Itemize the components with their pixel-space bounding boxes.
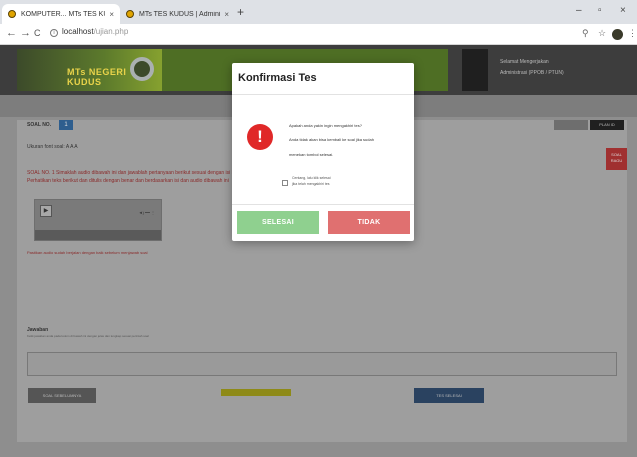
favicon-icon (8, 10, 16, 18)
play-icon[interactable]: ▶ (40, 205, 52, 217)
back-button[interactable]: ← (6, 27, 17, 39)
minimize-button[interactable]: – (576, 5, 582, 16)
browser-tabstrip: KOMPUTER... MTs TES KUDUS × MTs TES KUDU… (0, 0, 637, 24)
browser-toolbar: ← → C i localhost/ujian.php ⚲ ☆ ⋮ (0, 24, 637, 45)
profile-avatar-icon[interactable] (612, 29, 623, 40)
font-size-controls[interactable]: Ukuran font soal: A A A (27, 144, 78, 150)
plan-id-button[interactable]: PLAN ID (590, 120, 624, 130)
site-logo-banner: MTs NEGERI KUDUS (17, 49, 162, 91)
favicon-icon (126, 10, 134, 18)
previous-question-button[interactable]: SOAL SEBELUMNYA (28, 388, 96, 403)
maximize-button[interactable]: ▫ (598, 5, 602, 16)
ragu-ragu-button[interactable] (221, 389, 291, 396)
user-info: Selamat Mengerjakan Administrasi (PPOB /… (500, 57, 564, 79)
modal-divider (232, 204, 414, 205)
soal-number: 1 (59, 120, 73, 130)
modal-message-line: Apakah anda yakin ingin mengakhiri tes? (289, 123, 362, 128)
confirm-checkbox[interactable] (282, 180, 288, 186)
confirm-test-modal: Konfirmasi Tes ! Apakah anda yakin ingin… (232, 63, 414, 241)
reload-button[interactable]: C (34, 28, 41, 38)
selesai-button[interactable]: SELESAI (237, 211, 319, 234)
close-icon[interactable]: × (224, 10, 229, 19)
checkbox-label: Centang, lalu klik selesai (292, 176, 331, 180)
answer-label: Jawaban (27, 327, 49, 333)
checkbox-label: jika telah mengakhiri tes (292, 182, 330, 186)
modal-message-line: Anda tidak akan bisa kembali ke soal jik… (289, 137, 374, 142)
ragu-ragu-tab[interactable]: SOAL RAGU (606, 148, 627, 170)
user-line: Administrasi (PPOB / PTUN) (500, 70, 564, 76)
modal-title: Konfirmasi Tes (238, 72, 317, 84)
address-bar[interactable]: i localhost/ujian.php (50, 27, 128, 37)
tab-administrasi[interactable]: MTs TES KUDUS | Administrasi × (120, 4, 235, 24)
close-icon[interactable]: × (109, 10, 114, 19)
app-root: KOMPUTER... MTs TES KUDUS × MTs TES KUDU… (0, 0, 637, 457)
menu-dots-icon[interactable]: ⋮ (628, 28, 637, 39)
answer-textarea[interactable] (27, 352, 617, 376)
finish-test-button[interactable]: TES SELESAI (414, 388, 484, 403)
user-photo (462, 49, 488, 91)
font-toggle-button[interactable] (554, 120, 588, 130)
audio-player[interactable]: ▶ ◄) ━━ ⋮ (34, 199, 162, 241)
window-close-button[interactable]: × (620, 5, 626, 16)
new-tab-button[interactable]: + (237, 5, 244, 19)
url-path: /ujian.php (93, 27, 129, 36)
audio-note: Pastikan audio sudah berjalan dengan bai… (27, 250, 148, 255)
search-icon[interactable]: ⚲ (582, 28, 589, 39)
soal-label: SOAL NO. (27, 122, 52, 128)
tab-computer-test[interactable]: KOMPUTER... MTs TES KUDUS × (2, 4, 120, 24)
logo-emblem-icon (130, 57, 154, 81)
modal-divider (232, 94, 414, 95)
info-icon[interactable]: i (50, 29, 58, 37)
tidak-button[interactable]: TIDAK (328, 211, 410, 234)
user-line: Selamat Mengerjakan (500, 59, 549, 65)
audio-progress-bar[interactable] (35, 230, 161, 240)
url-host: localhost (62, 27, 94, 36)
forward-button[interactable]: → (20, 27, 31, 39)
bookmark-star-icon[interactable]: ☆ (598, 28, 606, 39)
modal-message-line: menekan tombol selesai. (289, 152, 334, 157)
tab-title: KOMPUTER... MTs TES KUDUS (21, 10, 105, 18)
answer-hint: Ketik jawaban anda pada kolom di bawah i… (27, 334, 149, 338)
volume-icon[interactable]: ◄) ━━ ⋮ (139, 210, 155, 215)
tab-title: MTs TES KUDUS | Administrasi (139, 10, 221, 18)
warning-icon: ! (247, 124, 273, 150)
